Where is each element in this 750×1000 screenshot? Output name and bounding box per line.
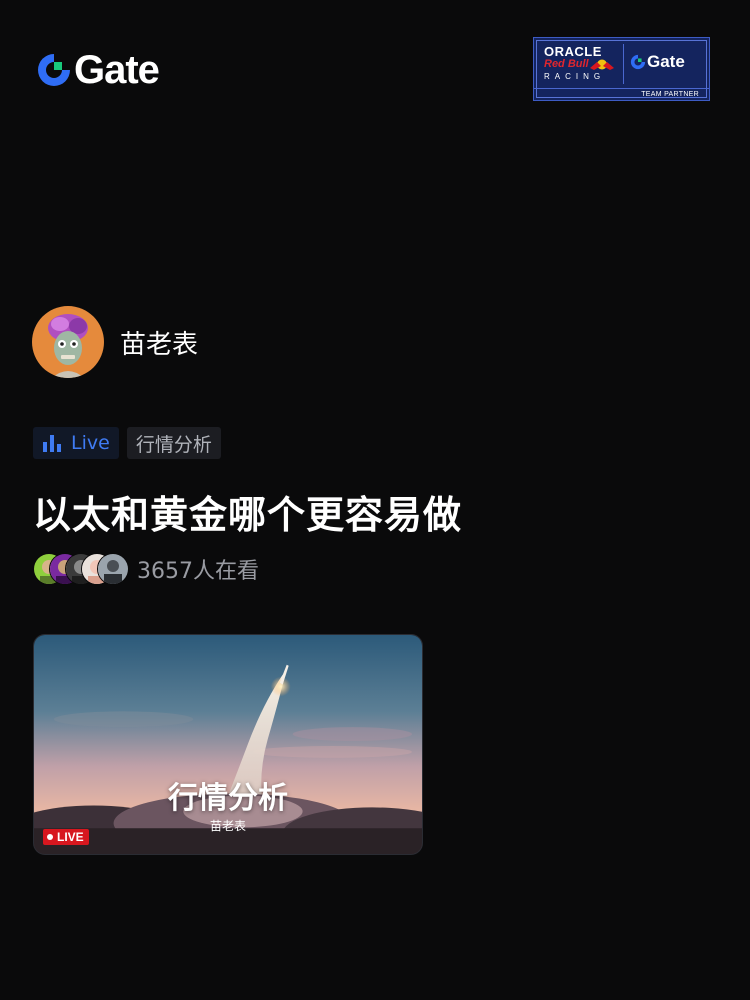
stream-tags: Live 行情分析: [33, 427, 221, 459]
live-stream-page: Gate ORACLE Red Bull RACING Gate TEAM PA…: [0, 0, 750, 1000]
viewer-avatar: [97, 553, 129, 585]
partner-oracle-text: ORACLE: [544, 44, 602, 59]
category-tag[interactable]: 行情分析: [126, 427, 221, 459]
live-tag-label: Live: [71, 432, 110, 454]
partner-redbull-text: Red Bull: [544, 58, 589, 70]
category-tag-label: 行情分析: [135, 433, 212, 456]
viewer-avatar-stack: [33, 553, 129, 585]
live-badge-label: LIVE: [57, 830, 84, 844]
live-badge: LIVE: [43, 829, 89, 845]
live-dot-icon: [47, 834, 53, 840]
team-partner-label: TEAM PARTNER: [534, 88, 709, 100]
card-title: 行情分析: [168, 781, 288, 816]
gate-logo-icon: [38, 54, 70, 86]
live-tag[interactable]: Live: [33, 427, 119, 459]
red-bull-icon: [590, 59, 614, 70]
stream-preview-card[interactable]: 行情分析 苗老表 LIVE: [33, 634, 423, 855]
host-name[interactable]: 苗老表: [120, 324, 198, 361]
gate-logo[interactable]: Gate: [36, 48, 160, 92]
partner-racing-text: RACING: [544, 72, 606, 81]
gate-logo-icon: [630, 54, 646, 70]
team-partner-badge: ORACLE Red Bull RACING Gate TEAM PARTNER: [533, 37, 710, 101]
host-info[interactable]: 苗老表: [32, 306, 198, 378]
partner-divider: [623, 44, 624, 84]
viewer-info: 3657人在看: [33, 553, 259, 585]
partner-gate-logo: Gate: [630, 52, 685, 72]
stream-title: 以太和黄金哪个更容易做: [33, 493, 463, 537]
partner-gate-text: Gate: [647, 52, 685, 71]
bar-chart-icon: [43, 435, 61, 452]
viewer-count: 3657人在看: [137, 559, 259, 584]
gate-logo-text: Gate: [74, 48, 160, 92]
host-avatar[interactable]: [32, 306, 104, 378]
card-host-name: 苗老表: [209, 819, 246, 833]
